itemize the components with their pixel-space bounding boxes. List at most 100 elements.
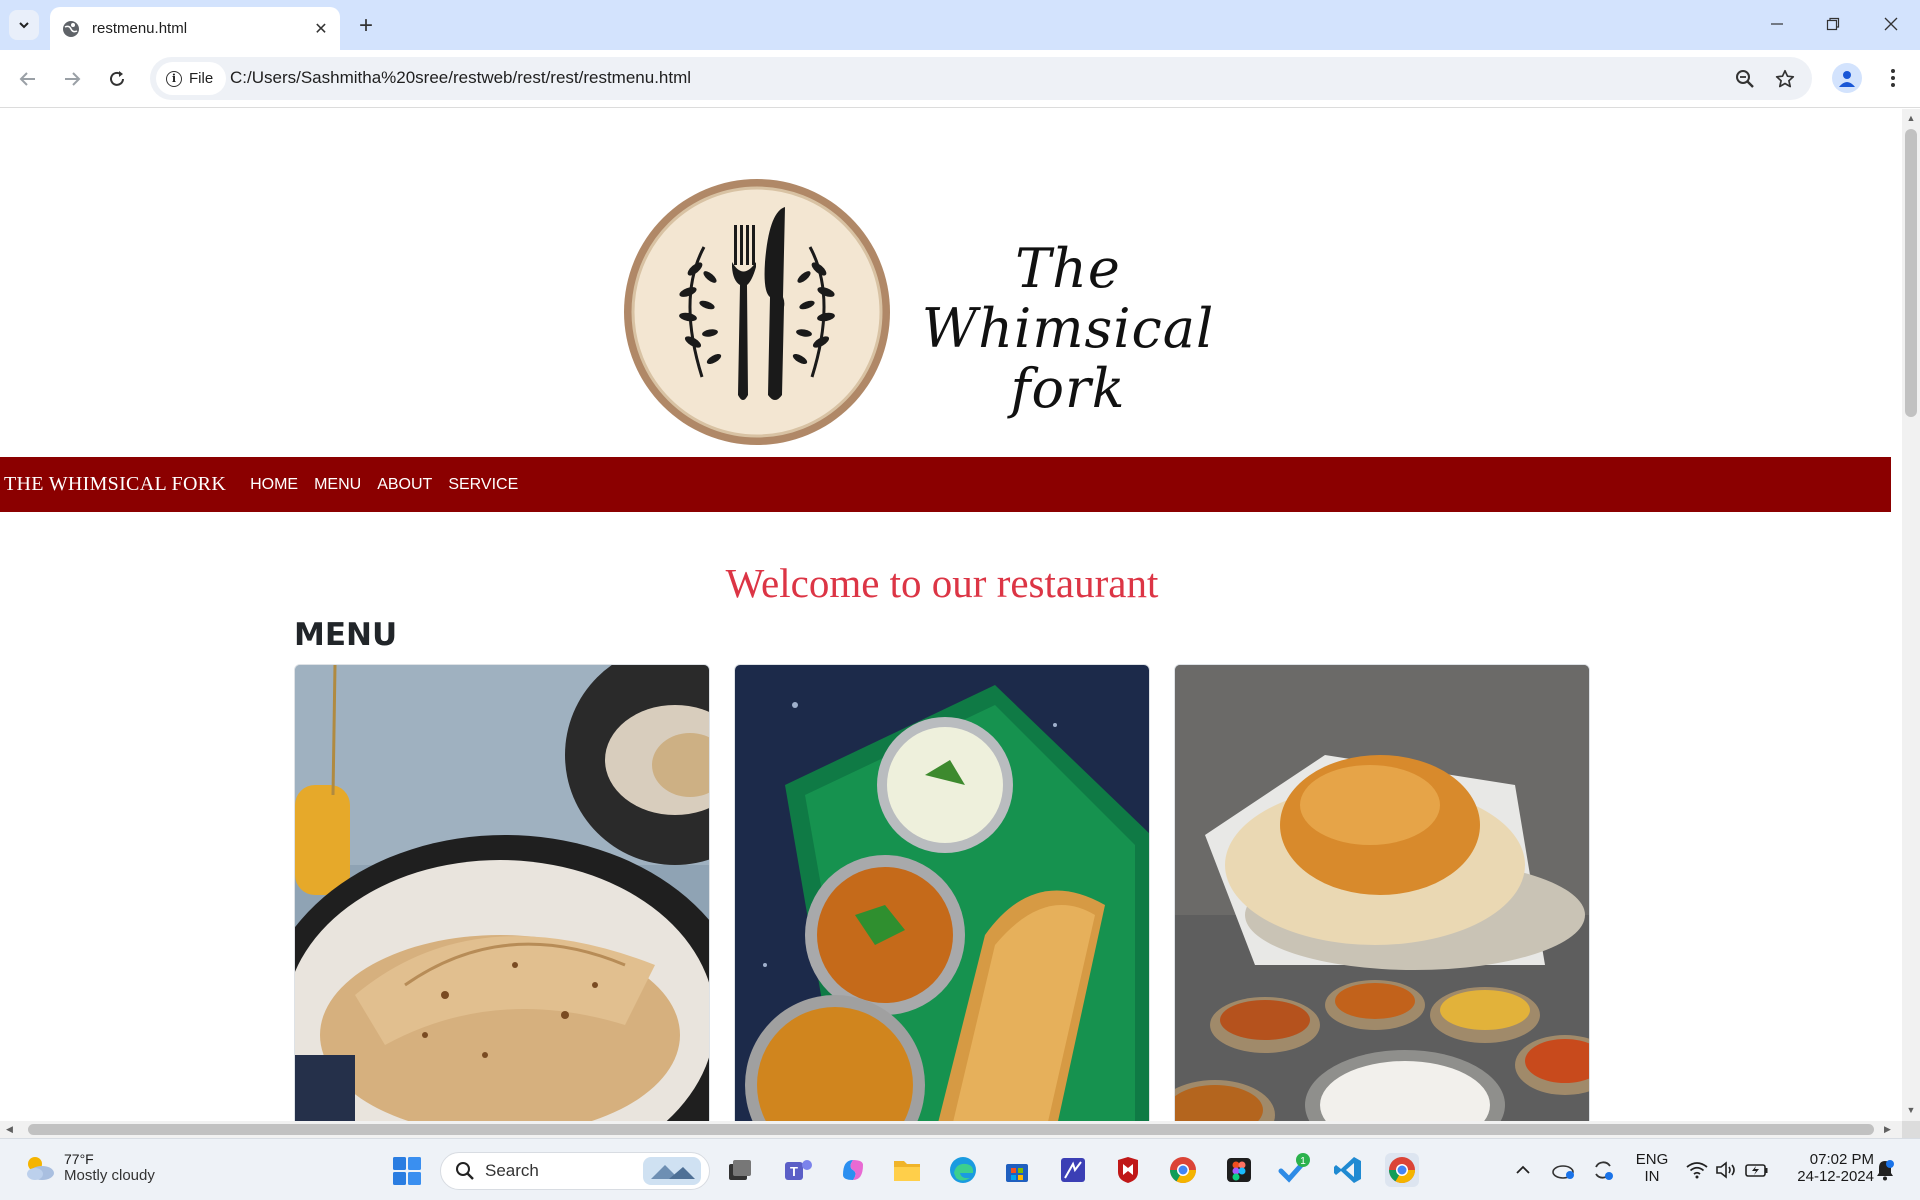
minimize-button[interactable] [1752, 8, 1802, 40]
microsoft-store-icon[interactable] [1000, 1153, 1034, 1187]
dosa-card[interactable] [734, 664, 1150, 1121]
clock-date: 24-12-2024 [1797, 1168, 1874, 1185]
svg-text:T: T [790, 1164, 798, 1179]
logo-title-line2: fork [1010, 357, 1126, 420]
chrome-icon[interactable] [1166, 1153, 1200, 1187]
profile-button[interactable] [1832, 63, 1862, 93]
poori-image [1175, 665, 1589, 1121]
nav-link-home[interactable]: HOME [250, 476, 298, 494]
back-button[interactable] [12, 63, 44, 95]
restaurant-logo [622, 177, 892, 447]
copilot-icon[interactable] [836, 1153, 870, 1187]
navbar-brand[interactable]: THE WHIMSICAL FORK [4, 473, 226, 496]
star-icon [1775, 69, 1795, 88]
address-bar[interactable]: i File C:/Users/Sashmitha%20sree/restweb… [150, 57, 1812, 100]
file-explorer-icon[interactable] [890, 1153, 924, 1187]
clock-time: 07:02 PM [1809, 1151, 1874, 1168]
vertical-scrollbar[interactable]: ▲ ▼ [1902, 109, 1920, 1121]
scroll-up-arrow-icon[interactable]: ▲ [1906, 113, 1916, 123]
tab-title: restmenu.html [92, 20, 188, 37]
weather-temperature: 77°F [64, 1151, 94, 1167]
search-label: Search [485, 1161, 539, 1180]
poori-card[interactable] [1174, 664, 1590, 1121]
search-icon [456, 1162, 474, 1180]
weather-widget[interactable]: 77°F Mostly cloudy [22, 1151, 155, 1184]
show-hidden-icons-chevron-up-icon[interactable] [1506, 1153, 1540, 1187]
close-icon [1884, 17, 1898, 31]
weather-condition: Mostly cloudy [64, 1167, 155, 1184]
clock[interactable]: 07:02 PM 24-12-2024 [1782, 1151, 1874, 1185]
close-window-button[interactable] [1866, 8, 1916, 40]
logo-title: The Whimsical fork [898, 239, 1238, 419]
reload-button[interactable] [101, 63, 133, 95]
browser-toolbar: i File C:/Users/Sashmitha%20sree/restweb… [0, 50, 1920, 108]
horizontal-scrollbar[interactable]: ◀ ▶ [0, 1121, 1902, 1138]
windows-start-icon[interactable] [392, 1156, 422, 1186]
new-tab-button[interactable]: + [352, 12, 380, 40]
battery-icon[interactable] [1740, 1153, 1774, 1187]
person-icon [1839, 71, 1855, 87]
volume-icon[interactable] [1709, 1153, 1743, 1187]
todo-badge-count: 1 [1300, 1156, 1306, 1167]
scroll-left-arrow-icon[interactable]: ◀ [6, 1124, 13, 1135]
logo-title-line1: The Whimsical [921, 237, 1215, 360]
welcome-heading: Welcome to our restaurant [725, 560, 1159, 606]
arrow-left-icon [19, 72, 35, 86]
info-icon: i [166, 70, 182, 87]
language-indicator[interactable]: ENG IN [1632, 1151, 1672, 1185]
mcafee-icon[interactable] [1111, 1153, 1145, 1187]
chapati-card[interactable] [294, 664, 710, 1121]
dosa-image [735, 665, 1149, 1121]
tab-search-button[interactable] [9, 10, 39, 40]
editor-app-icon[interactable] [1056, 1153, 1090, 1187]
onedrive-icon[interactable] [1546, 1153, 1580, 1187]
chrome-active-icon[interactable] [1385, 1153, 1419, 1187]
figma-icon[interactable] [1222, 1153, 1256, 1187]
restore-button[interactable] [1808, 8, 1858, 40]
chevron-down-icon [19, 22, 29, 29]
zoom-button[interactable] [1732, 66, 1758, 92]
cloud-sun-icon [27, 1156, 54, 1180]
scroll-right-arrow-icon[interactable]: ▶ [1884, 1124, 1891, 1135]
horizontal-scroll-thumb[interactable] [28, 1124, 1874, 1135]
chapati-image [295, 665, 709, 1121]
browser-tab-bar: restmenu.html ✕ + [0, 0, 1920, 50]
browser-tab[interactable]: restmenu.html ✕ [50, 7, 340, 50]
scrollbar-corner [1902, 1121, 1920, 1138]
url-text[interactable]: C:/Users/Sashmitha%20sree/restweb/rest/r… [230, 68, 691, 88]
edge-icon[interactable] [946, 1153, 980, 1187]
notification-bell-icon[interactable] [1868, 1153, 1902, 1187]
site-navbar: THE WHIMSICAL FORK HOME MENU ABOUT SERVI… [0, 457, 1891, 512]
close-tab-icon[interactable]: ✕ [310, 18, 332, 40]
zoom-out-icon [1736, 70, 1754, 88]
bookmark-button[interactable] [1772, 66, 1798, 92]
todo-icon[interactable]: 1 [1276, 1153, 1310, 1187]
globe-icon [63, 20, 79, 37]
search-highlight-icon [643, 1157, 701, 1185]
scroll-down-arrow-icon[interactable]: ▼ [1906, 1105, 1916, 1115]
nav-link-about[interactable]: ABOUT [377, 476, 432, 494]
nav-link-menu[interactable]: MENU [314, 476, 361, 494]
windows-taskbar: 77°F Mostly cloudy Search T 1 ENG IN 07:… [0, 1138, 1920, 1200]
site-info-chip[interactable]: i File [156, 62, 226, 95]
sync-icon[interactable] [1586, 1153, 1620, 1187]
teams-icon[interactable]: T [781, 1153, 815, 1187]
reload-icon [110, 71, 124, 86]
nav-link-service[interactable]: SERVICE [448, 476, 518, 494]
menu-heading: MENU [294, 617, 398, 653]
vertical-scroll-thumb[interactable] [1905, 129, 1917, 417]
arrow-right-icon [65, 72, 81, 86]
region-code: IN [1644, 1168, 1660, 1185]
minimize-icon [1771, 23, 1783, 25]
task-view-icon[interactable] [723, 1153, 757, 1187]
vscode-icon[interactable] [1331, 1153, 1365, 1187]
more-vertical-icon [1891, 69, 1895, 87]
language-code: ENG [1635, 1151, 1669, 1168]
page-viewport: The Whimsical fork THE WHIMSICAL FORK HO… [0, 109, 1902, 1121]
restore-icon [1826, 17, 1840, 31]
taskbar-search[interactable]: Search [440, 1152, 710, 1190]
chip-label: File [189, 70, 214, 87]
forward-button[interactable] [56, 63, 88, 95]
plate-fork-knife-logo [624, 179, 890, 445]
browser-menu-button[interactable] [1878, 63, 1908, 93]
